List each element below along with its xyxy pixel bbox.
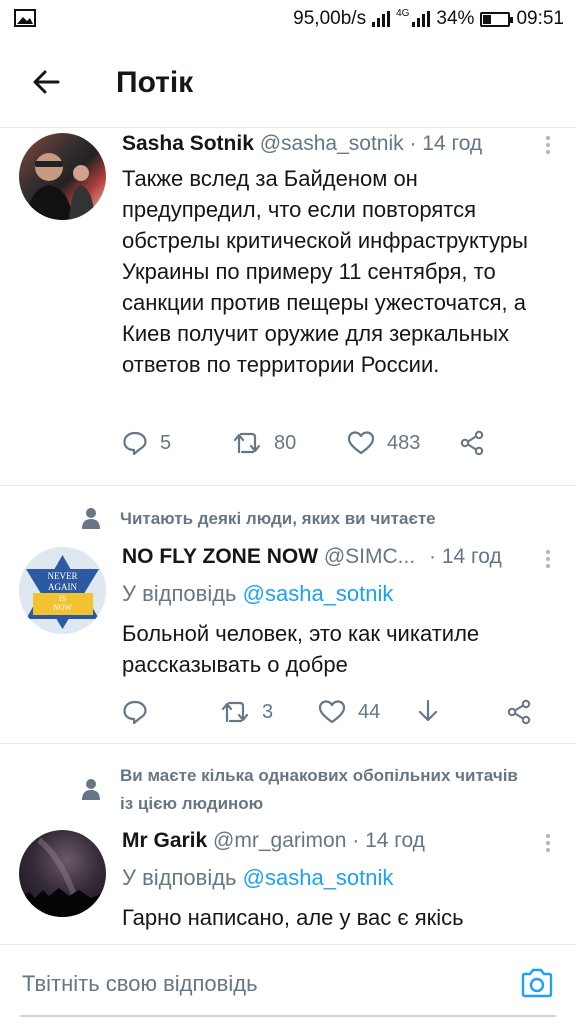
reply-button[interactable]: 5: [122, 430, 232, 456]
network-type: 4G: [396, 8, 410, 19]
svg-text:IS: IS: [59, 594, 66, 603]
app-header: Потік: [0, 38, 576, 128]
retweet-button[interactable]: 80: [232, 430, 347, 456]
retweet-icon: [233, 432, 261, 454]
svg-text:NOW: NOW: [53, 603, 73, 612]
svg-text:AGAIN: AGAIN: [48, 582, 77, 592]
tweet-meta: Mr Garik @mr_garimon · 14 год: [122, 826, 556, 856]
tweet[interactable]: Sasha Sotnik @sasha_sotnik · 14 год Такж…: [0, 128, 576, 486]
reply-to-handle[interactable]: @sasha_sotnik: [243, 865, 394, 890]
like-icon: [318, 700, 346, 724]
status-bar: 95,00b/s 4G 34% 09:51: [0, 0, 576, 38]
tweet-time: · 14 год: [352, 829, 425, 852]
tweet-meta: Sasha Sotnik @sasha_sotnik · 14 год: [122, 129, 556, 159]
gallery-icon: [14, 9, 36, 27]
social-context: Читають деякі люди, яких ви читаєте: [80, 507, 436, 531]
social-context-text: Ви маєте кілька однакових обопільних чит…: [120, 766, 518, 813]
camera-icon[interactable]: [520, 967, 554, 999]
retweet-count: 3: [262, 700, 274, 723]
tweet[interactable]: Ви маєте кілька однакових обопільних чит…: [0, 744, 576, 944]
share-button[interactable]: [506, 699, 532, 725]
page-title: Потік: [116, 66, 194, 99]
retweet-button[interactable]: 3: [220, 699, 318, 725]
download-icon: [418, 699, 438, 722]
more-icon[interactable]: [544, 133, 552, 157]
signal-icon: [372, 11, 391, 27]
compose-bar: Твітніть свою відповідь: [0, 944, 576, 1024]
like-count: 483: [387, 431, 421, 454]
tweet[interactable]: Читають деякі люди, яких ви читаєте NEVE…: [0, 486, 576, 744]
reply-icon: [123, 431, 147, 456]
reply-to: У відповідь @sasha_sotnik: [122, 578, 556, 610]
like-count: 44: [358, 700, 381, 723]
tweet-text: Гарно написано, але у вас є якісь: [122, 905, 464, 930]
compose-input[interactable]: Твітніть свою відповідь: [22, 971, 258, 997]
svg-text:NEVER: NEVER: [48, 571, 78, 581]
battery-icon: [480, 11, 514, 27]
author-name[interactable]: NO FLY ZONE NOW: [122, 545, 318, 568]
person-icon: [82, 508, 100, 529]
tweet-meta: NO FLY ZONE NOW @SIMC... · 14 год: [122, 542, 556, 572]
reply-count: 5: [160, 431, 172, 454]
signal-icon: [412, 11, 431, 27]
retweet-icon: [221, 701, 249, 723]
reply-to: У відповідь @sasha_sotnik: [122, 862, 556, 894]
retweet-count: 80: [274, 431, 297, 454]
reply-to-prefix: У відповідь: [122, 865, 237, 890]
avatar[interactable]: [19, 830, 106, 917]
avatar-image: [19, 837, 106, 917]
author-handle[interactable]: @sasha_sotnik: [260, 132, 404, 155]
share-icon: [460, 430, 484, 456]
tweet-time: · 14 год: [409, 132, 483, 155]
like-button[interactable]: 44: [318, 699, 416, 725]
avatar[interactable]: [19, 133, 106, 220]
more-icon[interactable]: [544, 831, 552, 855]
person-icon: [82, 779, 100, 800]
author-handle[interactable]: @mr_garimon: [213, 829, 346, 852]
clock: 09:51: [516, 8, 564, 29]
battery-fill: [483, 14, 492, 24]
share-button[interactable]: [459, 430, 485, 456]
author-name[interactable]: Sasha Sotnik: [122, 132, 254, 155]
social-context-text: Читають деякі люди, яких ви читаєте: [120, 509, 436, 528]
tweet-text: Также вслед за Байденом он предупредил, …: [122, 166, 528, 377]
like-icon: [347, 431, 375, 455]
tweet-actions: 3 44: [122, 699, 546, 725]
compose-underline: [20, 1015, 556, 1017]
author-name[interactable]: Mr Garik: [122, 829, 207, 852]
reply-button[interactable]: [122, 699, 220, 725]
like-button[interactable]: 483: [347, 430, 459, 456]
reply-to-handle[interactable]: @sasha_sotnik: [243, 581, 394, 606]
tweet-actions: 5 80 483: [122, 430, 546, 456]
tweet-time: · 14 год: [429, 545, 502, 568]
download-button[interactable]: [416, 699, 506, 725]
tweet-text: Больной человек, это как чикатиле расска…: [122, 621, 480, 677]
social-context: Ви маєте кілька однакових обопільних чит…: [80, 762, 520, 818]
avatar-image: [27, 153, 95, 220]
back-arrow-icon[interactable]: [28, 64, 64, 100]
network-speed: 95,00b/s: [293, 8, 367, 29]
author-handle[interactable]: @SIMC...: [324, 545, 415, 568]
reply-to-prefix: У відповідь: [122, 581, 237, 606]
share-icon: [507, 699, 531, 725]
more-icon[interactable]: [544, 547, 552, 571]
avatar[interactable]: NEVER AGAIN IS NOW: [19, 547, 106, 634]
battery-percent: 34%: [436, 8, 475, 29]
reply-icon: [123, 700, 147, 725]
avatar-image: NEVER AGAIN IS NOW: [19, 547, 106, 634]
